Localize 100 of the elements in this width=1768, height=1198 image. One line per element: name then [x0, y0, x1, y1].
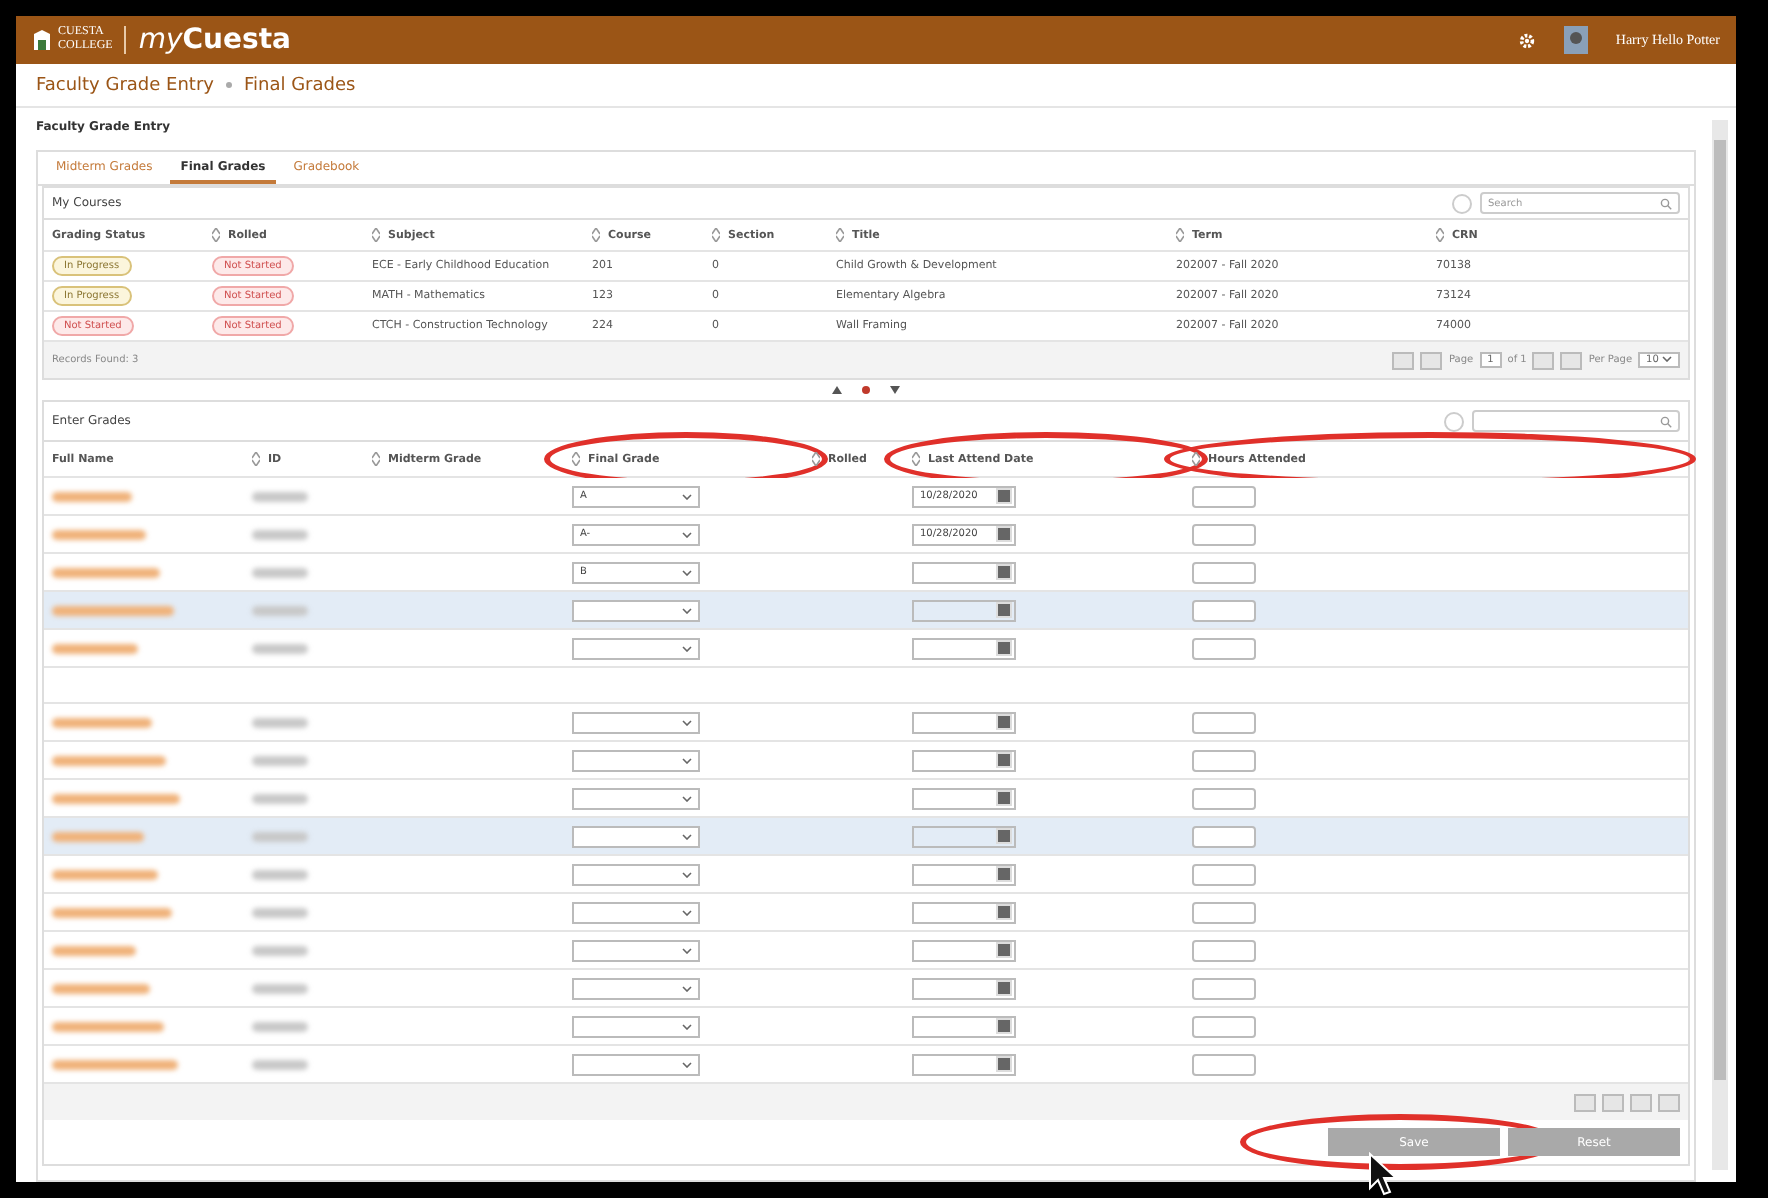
- date-field[interactable]: [912, 1053, 1016, 1075]
- first-page-button[interactable]: [1392, 351, 1415, 369]
- sort-icon[interactable]: [836, 228, 844, 242]
- calendar-icon[interactable]: [996, 980, 1012, 996]
- date-field[interactable]: [912, 977, 1016, 999]
- filter-icon[interactable]: [1452, 193, 1472, 213]
- calendar-icon[interactable]: [996, 828, 1012, 844]
- chevron-down-icon[interactable]: [682, 985, 692, 991]
- sort-icon[interactable]: [372, 452, 380, 466]
- calendar-icon[interactable]: [996, 564, 1012, 580]
- hours-field[interactable]: [1192, 901, 1256, 923]
- sort-icon[interactable]: [572, 452, 580, 466]
- sort-icon[interactable]: [1436, 228, 1444, 242]
- search-field[interactable]: [1472, 410, 1680, 432]
- search-icon[interactable]: [1660, 415, 1672, 427]
- blurred-name: [52, 983, 150, 993]
- calendar-icon[interactable]: [996, 714, 1012, 730]
- scrollbar[interactable]: [1712, 120, 1728, 1170]
- settings-icon[interactable]: [1517, 31, 1536, 49]
- date-field[interactable]: [912, 939, 1016, 961]
- sort-icon[interactable]: [212, 228, 220, 242]
- date-field[interactable]: [912, 825, 1016, 847]
- chevron-down-icon[interactable]: [682, 531, 692, 537]
- hours-field[interactable]: [1192, 599, 1256, 621]
- calendar-icon[interactable]: [996, 1056, 1012, 1072]
- chevron-down-icon[interactable]: [682, 493, 692, 499]
- chevron-down-icon[interactable]: [682, 607, 692, 613]
- chevron-down-icon[interactable]: [682, 909, 692, 915]
- prev-page-button[interactable]: [1420, 351, 1443, 369]
- calendar-icon[interactable]: [996, 526, 1012, 542]
- filter-icon[interactable]: [1444, 411, 1464, 431]
- hours-field[interactable]: [1192, 1053, 1256, 1075]
- hours-field[interactable]: [1192, 863, 1256, 885]
- date-field[interactable]: [912, 901, 1016, 923]
- calendar-icon[interactable]: [996, 904, 1012, 920]
- next-page-button[interactable]: [1532, 351, 1555, 369]
- blurred-name: [52, 831, 144, 841]
- avatar-icon[interactable]: [1563, 26, 1588, 54]
- blurred-name: [52, 869, 158, 879]
- hours-field[interactable]: [1192, 939, 1256, 961]
- calendar-icon[interactable]: [996, 602, 1012, 618]
- chevron-down-icon[interactable]: [682, 645, 692, 651]
- calendar-icon[interactable]: [996, 488, 1012, 504]
- date-field[interactable]: [912, 637, 1016, 659]
- date-field[interactable]: [912, 863, 1016, 885]
- blurred-name: [52, 605, 174, 615]
- sort-icon[interactable]: [912, 452, 920, 466]
- hours-field[interactable]: [1192, 561, 1256, 583]
- sort-icon[interactable]: [372, 228, 380, 242]
- blurred-id: [252, 491, 308, 501]
- hours-field[interactable]: [1192, 977, 1256, 999]
- hours-field[interactable]: [1192, 825, 1256, 847]
- last-page-button[interactable]: [1658, 1093, 1680, 1111]
- date-field[interactable]: [912, 599, 1016, 621]
- next-page-button[interactable]: [1630, 1093, 1652, 1111]
- sort-icon[interactable]: [1192, 452, 1200, 466]
- breadcrumb-link[interactable]: Faculty Grade Entry: [36, 75, 214, 95]
- first-page-button[interactable]: [1574, 1093, 1596, 1111]
- last-page-button[interactable]: [1560, 351, 1583, 369]
- date-field[interactable]: [912, 711, 1016, 733]
- app-title: myCuesta: [138, 24, 291, 56]
- chevron-down-icon[interactable]: [682, 719, 692, 725]
- calendar-icon[interactable]: [996, 1018, 1012, 1034]
- calendar-icon[interactable]: [996, 640, 1012, 656]
- chevron-down-icon[interactable]: [682, 1061, 692, 1067]
- chevron-down-icon[interactable]: [682, 947, 692, 953]
- chevron-down-icon[interactable]: [1662, 356, 1672, 362]
- date-field[interactable]: [912, 561, 1016, 583]
- chevron-down-icon[interactable]: [682, 871, 692, 877]
- hours-field[interactable]: [1192, 711, 1256, 733]
- sort-icon[interactable]: [1176, 228, 1184, 242]
- calendar-icon[interactable]: [996, 752, 1012, 768]
- hours-field[interactable]: [1192, 1015, 1256, 1037]
- calendar-icon[interactable]: [996, 866, 1012, 882]
- date-field[interactable]: [912, 1015, 1016, 1037]
- hours-field[interactable]: [1192, 523, 1256, 545]
- chevron-down-icon[interactable]: [682, 833, 692, 839]
- splitter-dot-icon[interactable]: [862, 386, 870, 394]
- separator-icon: [225, 82, 232, 88]
- calendar-icon[interactable]: [996, 790, 1012, 806]
- blurred-name: [52, 567, 160, 577]
- hours-field[interactable]: [1192, 485, 1256, 507]
- sort-icon[interactable]: [712, 228, 720, 242]
- hours-field[interactable]: [1192, 637, 1256, 659]
- hours-field[interactable]: [1192, 749, 1256, 771]
- date-field[interactable]: [912, 749, 1016, 771]
- collapse-icon[interactable]: [832, 386, 842, 394]
- sort-icon[interactable]: [812, 452, 820, 466]
- sort-icon[interactable]: [592, 228, 600, 242]
- expand-icon[interactable]: [890, 386, 900, 394]
- hours-field[interactable]: [1192, 787, 1256, 809]
- chevron-down-icon[interactable]: [682, 795, 692, 801]
- date-field[interactable]: [912, 787, 1016, 809]
- calendar-icon[interactable]: [996, 942, 1012, 958]
- chevron-down-icon[interactable]: [682, 757, 692, 763]
- sort-icon[interactable]: [252, 452, 260, 466]
- search-icon[interactable]: [1660, 197, 1672, 209]
- chevron-down-icon[interactable]: [682, 1023, 692, 1029]
- chevron-down-icon[interactable]: [682, 569, 692, 575]
- prev-page-button[interactable]: [1602, 1093, 1624, 1111]
